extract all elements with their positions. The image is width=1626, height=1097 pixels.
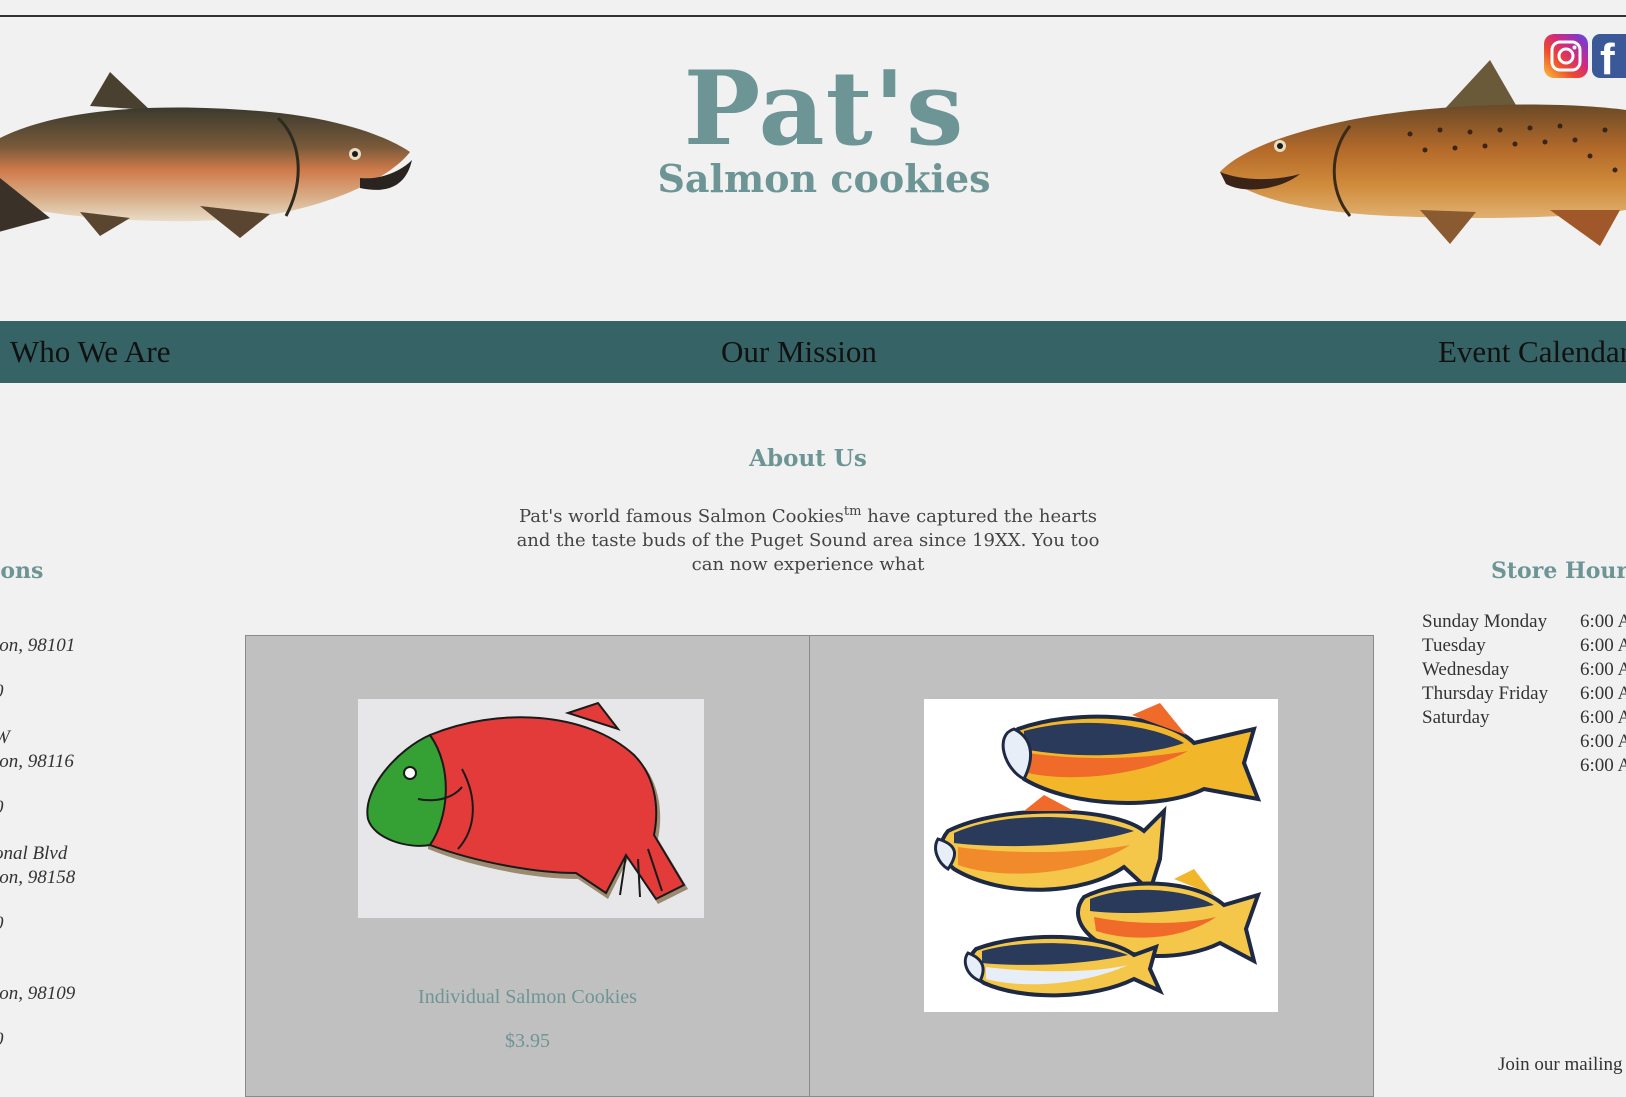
store-hours-days: Sunday Monday Tuesday Wednesday Thursday… [1422,610,1548,730]
about-heading: About Us [749,445,867,472]
about-text-start: Pat's world famous Salmon Cookies [519,506,844,527]
time-value: 6:00 A [1580,755,1626,776]
instagram-glyph-icon [1550,40,1582,72]
site-subtitle: Salmon cookies [657,156,991,201]
time-value: 6:00 A [1580,611,1626,632]
location-line: 0 [0,913,4,935]
mailing-list-text: Join our mailing [1498,1054,1623,1075]
time-value: 6:00 A [1580,707,1626,728]
top-border [0,15,1626,17]
store-hours-times: 6:00 A 6:00 A 6:00 A 6:00 A 6:00 A 6:00 … [1580,610,1626,778]
day-label: Saturday [1422,707,1490,728]
product-name[interactable]: Individual Salmon Cookies [246,986,809,1009]
time-value: 6:00 A [1580,731,1626,752]
product-divider [809,636,810,1096]
location-line: 0 [0,681,4,703]
day-label: Wednesday [1422,659,1510,680]
store-hours-heading: Store Hours [1491,558,1626,584]
location-line: 0 [0,797,4,819]
time-value: 6:00 A [1580,635,1626,656]
time-value: 6:00 A [1580,683,1626,704]
product-price: $3.95 [505,1030,550,1052]
time-value: 6:00 A [1580,659,1626,680]
location-line: ton, 98116 [0,751,74,772]
facebook-icon[interactable]: f [1592,34,1626,78]
location-line: onal Blvd [0,843,68,864]
location-line: ton, 98158 [0,867,76,888]
salmon-cookie-set-image[interactable] [924,699,1278,1012]
nav-event-calendar[interactable]: Event Calendar [1438,334,1626,370]
location-line: W [0,727,10,749]
day-label: Tuesday [1422,635,1486,656]
individual-cookie-image[interactable] [358,699,704,918]
location-line: 0 [0,1029,4,1051]
nav-who-we-are[interactable]: Who We Are [10,334,171,370]
instagram-icon[interactable] [1544,34,1588,78]
day-label: Sunday Monday [1422,611,1548,632]
site-title: Pat's [683,49,965,169]
locations-heading: ions [0,558,44,584]
day-label: Thursday Friday [1422,683,1549,704]
trademark-mark: tm [843,504,862,519]
main-nav: Who We Are Our Mission Event Calendar [0,321,1626,383]
products-grid: Individual Salmon Cookies $3.95 [245,635,1374,1097]
location-line: ton, 98109 [0,983,76,1004]
about-text: Pat's world famous Salmon Cookiestm have… [505,500,1111,577]
location-line: ton, 98101 [0,635,76,656]
nav-our-mission[interactable]: Our Mission [721,334,877,370]
